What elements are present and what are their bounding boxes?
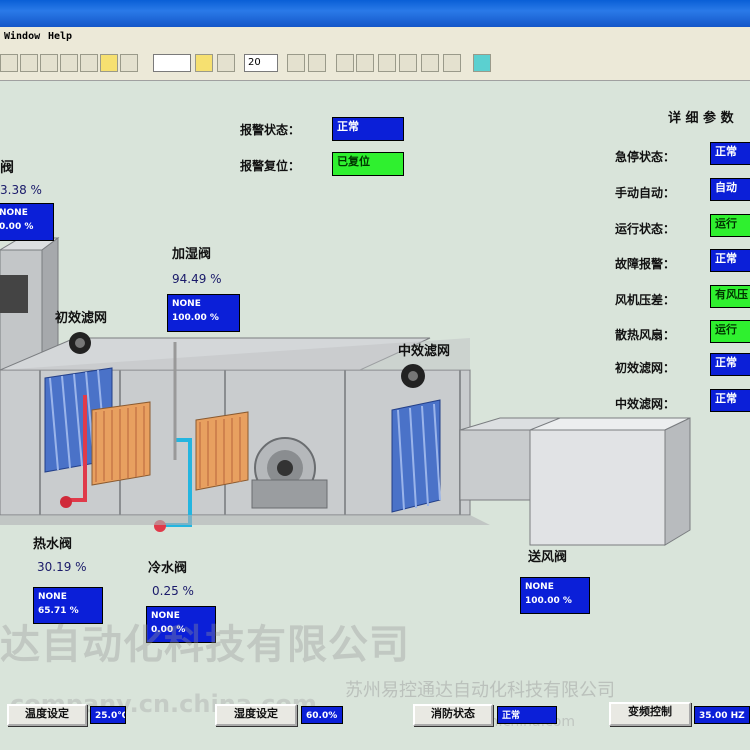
detail-value: 正常: [710, 353, 750, 376]
toolbar-tool-icon[interactable]: [378, 54, 396, 72]
details-title: 详 细 参 数: [668, 111, 734, 126]
detail-label: 运行状态：: [615, 222, 676, 236]
window-title-bar[interactable]: [0, 0, 750, 27]
detail-label: 手动自动：: [615, 186, 676, 200]
supply-air-box[interactable]: NONE 100.00 %: [520, 577, 590, 614]
toolbar-combo[interactable]: [153, 54, 191, 72]
left-valve-mode: NONE: [0, 208, 28, 218]
detail-value: 自动: [710, 178, 750, 201]
pointer-icon[interactable]: [195, 54, 213, 72]
toolbar-tool-icon[interactable]: [120, 54, 138, 72]
detail-label: 急停状态：: [615, 150, 676, 164]
detail-value: 正常: [710, 142, 750, 165]
toolbar-tool-icon[interactable]: [80, 54, 98, 72]
watermark-company-small: 苏州易控通达自动化科技有限公司: [345, 680, 615, 701]
left-valve-output: 0.00 %: [0, 222, 34, 232]
grid-icon[interactable]: [217, 54, 235, 72]
vfd-control-button[interactable]: 变频控制: [609, 702, 691, 726]
alarm-status-value: 正常: [332, 117, 404, 141]
watermark-company: 达自动化科技有限公司: [0, 622, 410, 668]
detail-label: 中效滤网：: [615, 397, 676, 411]
menu-bar: Window Help: [0, 27, 750, 47]
humidifier-percent: 94.49 %: [172, 272, 222, 286]
toolbar-tool-icon[interactable]: [356, 54, 374, 72]
temperature-setpoint-button[interactable]: 温度设定: [7, 704, 87, 726]
menu-help[interactable]: Help: [48, 31, 72, 42]
move-arrows-icon[interactable]: [100, 54, 118, 72]
cold-water-title: 冷水阀: [148, 561, 188, 576]
left-valve-box[interactable]: NONE 0.00 %: [0, 203, 54, 241]
humidity-setpoint-value[interactable]: 60.0%: [301, 706, 343, 724]
primary-filter-title: 初效滤网: [55, 311, 108, 326]
hot-water-mode: NONE: [38, 592, 67, 602]
humidity-setpoint-button[interactable]: 湿度设定: [215, 704, 297, 726]
temperature-setpoint-value[interactable]: 25.0℃: [90, 706, 126, 724]
detail-value: 运行: [710, 320, 750, 343]
toolbar: 20: [0, 47, 750, 81]
alarm-reset-label: 报警复位：: [240, 159, 301, 173]
menu-window[interactable]: Window: [4, 31, 40, 42]
detail-label: 故障报警：: [615, 257, 676, 271]
toolbar-tool-icon[interactable]: [287, 54, 305, 72]
hot-water-title: 热水阀: [33, 537, 73, 552]
medium-filter-title: 中效滤网: [398, 344, 451, 359]
detail-value: 运行: [710, 214, 750, 237]
supply-air-title: 送风阀: [528, 550, 568, 565]
detail-value: 正常: [710, 249, 750, 272]
vfd-frequency-value: 35.00 HZ: [694, 706, 750, 724]
left-valve-title: 阀: [0, 160, 14, 176]
toolbar-tool-icon[interactable]: [399, 54, 417, 72]
fire-status-value: 正常: [497, 706, 557, 724]
toolbar-tool-icon[interactable]: [308, 54, 326, 72]
detail-label: 风机压差：: [615, 293, 676, 307]
left-valve-percent: 3.38 %: [0, 183, 42, 197]
toolbar-tool-icon[interactable]: [40, 54, 58, 72]
alarm-status-label: 报警状态：: [240, 123, 301, 137]
toolbar-tool-icon[interactable]: [336, 54, 354, 72]
zoom-select[interactable]: 20: [244, 54, 278, 72]
toolbar-tool-icon[interactable]: [0, 54, 18, 72]
run-icon[interactable]: [473, 54, 491, 72]
supply-air-mode: NONE: [525, 582, 554, 592]
humidifier-mode: NONE: [172, 299, 201, 309]
fire-status-button[interactable]: 消防状态: [413, 704, 493, 726]
humidifier-box[interactable]: NONE 100.00 %: [167, 294, 240, 332]
supply-air-output: 100.00 %: [525, 596, 572, 606]
detail-label: 初效滤网：: [615, 361, 676, 375]
detail-value: 正常: [710, 389, 750, 412]
detail-label: 散热风扇：: [615, 328, 676, 342]
cold-water-percent: 0.25 %: [152, 584, 194, 598]
hot-water-percent: 30.19 %: [37, 560, 87, 574]
toolbar-tool-icon[interactable]: [443, 54, 461, 72]
alarm-reset-button[interactable]: 已复位: [332, 152, 404, 176]
toolbar-tool-icon[interactable]: [20, 54, 38, 72]
humidifier-title: 加湿阀: [172, 247, 212, 262]
humidifier-output: 100.00 %: [172, 313, 219, 323]
detail-value: 有风压: [710, 285, 750, 308]
toolbar-tool-icon[interactable]: [60, 54, 78, 72]
toolbar-tool-icon[interactable]: [421, 54, 439, 72]
